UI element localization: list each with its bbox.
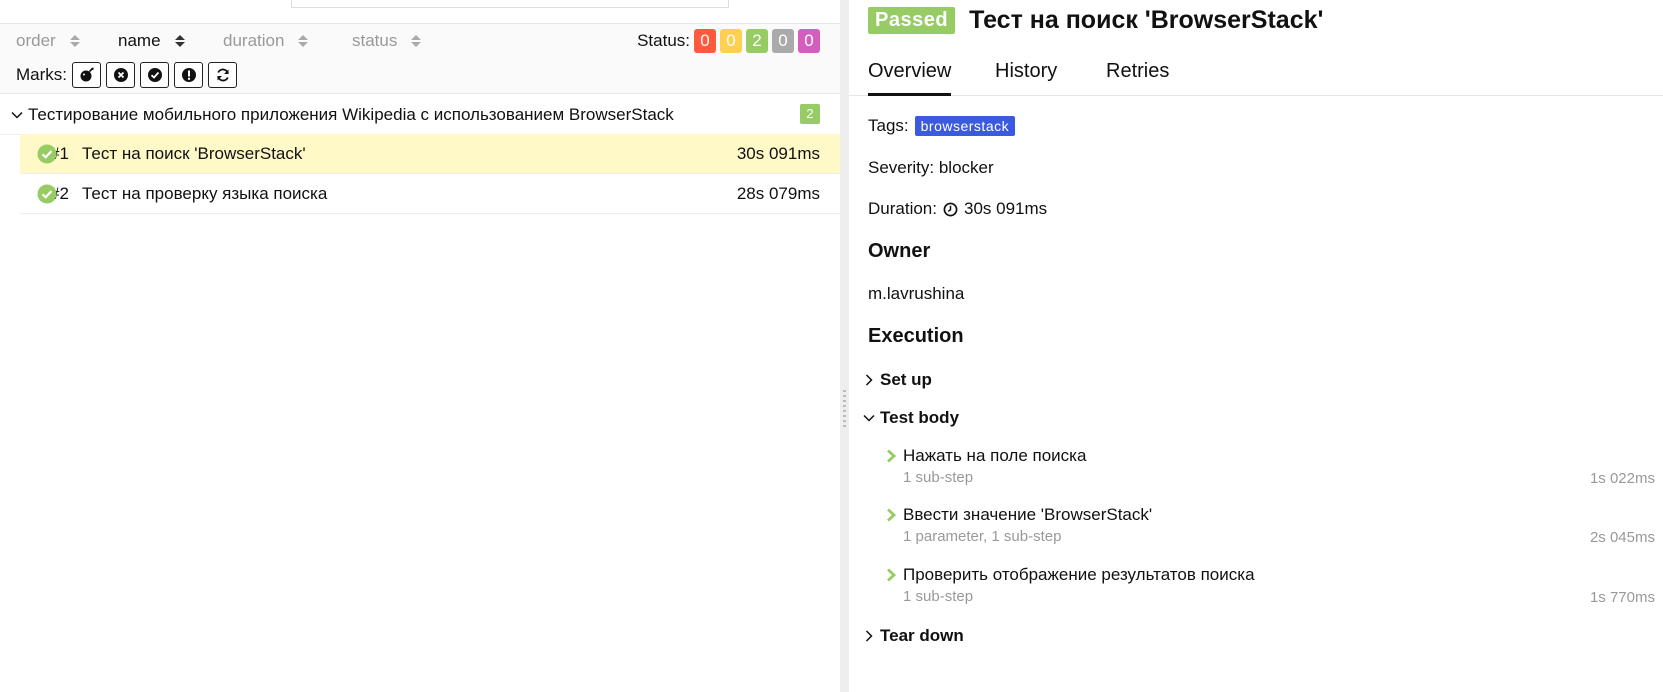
mark-flaky-button[interactable]: [72, 62, 101, 88]
step-duration: 1s 770ms: [1589, 589, 1655, 606]
sort-toolbar: order name duration status Status: 0 0 2…: [0, 23, 840, 94]
sort-icon: [411, 35, 422, 47]
sort-label: status: [352, 31, 398, 50]
sort-label: name: [118, 31, 161, 50]
mark-new-broken-button[interactable]: [174, 62, 203, 88]
duration-value: 30s 091ms: [963, 199, 1048, 218]
test-row[interactable]: #2 Тест на проверку языка поиска 28s 079…: [20, 174, 840, 214]
suite-count-badge: 2: [800, 104, 820, 124]
status-failed-toggle[interactable]: 0: [694, 29, 716, 53]
chevron-down-icon: [863, 414, 875, 422]
sort-label: duration: [223, 31, 285, 50]
suite-group-row[interactable]: Тестирование мобильного приложения Wikip…: [0, 95, 840, 135]
step-name: Проверить отображение результатов поиска: [903, 565, 1255, 584]
sort-icon: [298, 35, 309, 47]
marks-filter: Marks:: [16, 62, 237, 88]
status-passed-toggle[interactable]: 2: [746, 29, 768, 53]
duration-label: Duration:: [868, 199, 937, 218]
duration-line: Duration: 30s 091ms: [868, 199, 1047, 219]
times-circle-icon: [113, 68, 128, 82]
sort-icon: [69, 35, 80, 47]
sort-label: order: [16, 31, 56, 50]
step-title: Нажать на поле поиска: [885, 446, 1655, 466]
refresh-icon: [216, 68, 229, 82]
test-name: Тест на поиск 'BrowserStack': [82, 143, 306, 163]
tags-label: Tags:: [868, 116, 909, 135]
stage-label: Test body: [880, 408, 960, 427]
sort-by-name[interactable]: name: [118, 31, 185, 51]
step-summary: 1 sub-step: [903, 469, 974, 486]
marks-label: Marks:: [16, 65, 67, 84]
step-summary: 1 parameter, 1 sub-step: [903, 528, 1062, 545]
tags-line: Tags: browserstack: [868, 116, 1016, 136]
chevron-right-icon: [865, 630, 873, 642]
test-header: Passed Тест на поиск 'BrowserStack': [868, 6, 1323, 35]
status-unknown-toggle[interactable]: 0: [798, 29, 820, 53]
step-chevron-icon: [887, 508, 897, 522]
owner-value: m.lavrushina: [868, 284, 965, 303]
step-chevron-icon: [887, 568, 897, 582]
step-duration: 1s 022ms: [1589, 470, 1655, 487]
mark-new-failed-button[interactable]: [106, 62, 135, 88]
passed-check-icon: [37, 184, 57, 203]
suite-name: Тестирование мобильного приложения Wikip…: [28, 104, 674, 124]
clock-icon: [943, 202, 958, 216]
chevron-right-icon: [865, 374, 873, 386]
status-broken-toggle[interactable]: 0: [720, 29, 742, 53]
severity-line: Severity: blocker: [868, 158, 994, 177]
detail-tabs: Overview History Retries: [849, 52, 1663, 96]
tab-overview[interactable]: Overview: [868, 60, 952, 96]
stage-label: Set up: [880, 370, 932, 389]
owner-heading: Owner: [868, 240, 931, 262]
splitter-grip-icon: [843, 390, 846, 430]
tab-history[interactable]: History: [995, 60, 1057, 96]
sort-icon: [174, 35, 185, 47]
step-item[interactable]: Ввести значение 'BrowserStack' 1 paramet…: [885, 505, 1655, 546]
chevron-down-icon: [11, 111, 23, 119]
test-detail-pane: Passed Тест на поиск 'BrowserStack' Over…: [849, 0, 1663, 692]
test-name: Тест на проверку языка поиска: [82, 183, 328, 203]
test-duration: 30s 091ms: [736, 143, 820, 163]
sort-by-status[interactable]: status: [352, 31, 422, 51]
tree-pane: order name duration status Status: 0 0 2…: [0, 0, 840, 692]
page-title: Тест на поиск 'BrowserStack': [969, 6, 1324, 34]
step-duration: 2s 045ms: [1589, 529, 1655, 546]
sort-by-duration[interactable]: duration: [223, 31, 309, 51]
pane-splitter[interactable]: [840, 0, 849, 692]
status-badge: Passed: [868, 7, 956, 34]
execution-heading: Execution: [868, 325, 964, 347]
step-chevron-icon: [887, 449, 897, 463]
search-input-edge[interactable]: [291, 0, 729, 8]
step-item[interactable]: Проверить отображение результатов поиска…: [885, 565, 1655, 606]
status-label: Status:: [637, 31, 690, 50]
test-row[interactable]: #1 Тест на поиск 'BrowserStack' 30s 091m…: [20, 134, 840, 174]
test-duration: 28s 079ms: [736, 183, 820, 203]
stage-setup[interactable]: Set up: [862, 370, 932, 390]
step-title: Ввести значение 'BrowserStack': [885, 505, 1655, 525]
exclamation-circle-icon: [181, 68, 196, 82]
step-item[interactable]: Нажать на поле поиска 1 sub-step 1s 022m…: [885, 446, 1655, 487]
sort-by-order[interactable]: order: [16, 31, 80, 51]
status-skipped-toggle[interactable]: 0: [772, 29, 794, 53]
status-filter: Status: 0 0 2 0 0: [637, 29, 820, 53]
tag-badge[interactable]: browserstack: [914, 116, 1016, 136]
stage-teardown[interactable]: Tear down: [862, 626, 964, 646]
step-name: Ввести значение 'BrowserStack': [903, 505, 1153, 524]
stage-test-body[interactable]: Test body: [862, 408, 959, 428]
tab-retries[interactable]: Retries: [1106, 60, 1169, 96]
stage-label: Tear down: [880, 626, 964, 645]
check-circle-icon: [147, 68, 162, 82]
step-title: Проверить отображение результатов поиска: [885, 565, 1655, 585]
step-summary: 1 sub-step: [903, 588, 974, 605]
step-name: Нажать на поле поиска: [903, 446, 1087, 465]
bomb-icon: [80, 67, 94, 82]
passed-check-icon: [37, 144, 57, 163]
mark-new-passed-button[interactable]: [140, 62, 169, 88]
mark-retries-button[interactable]: [208, 62, 237, 88]
